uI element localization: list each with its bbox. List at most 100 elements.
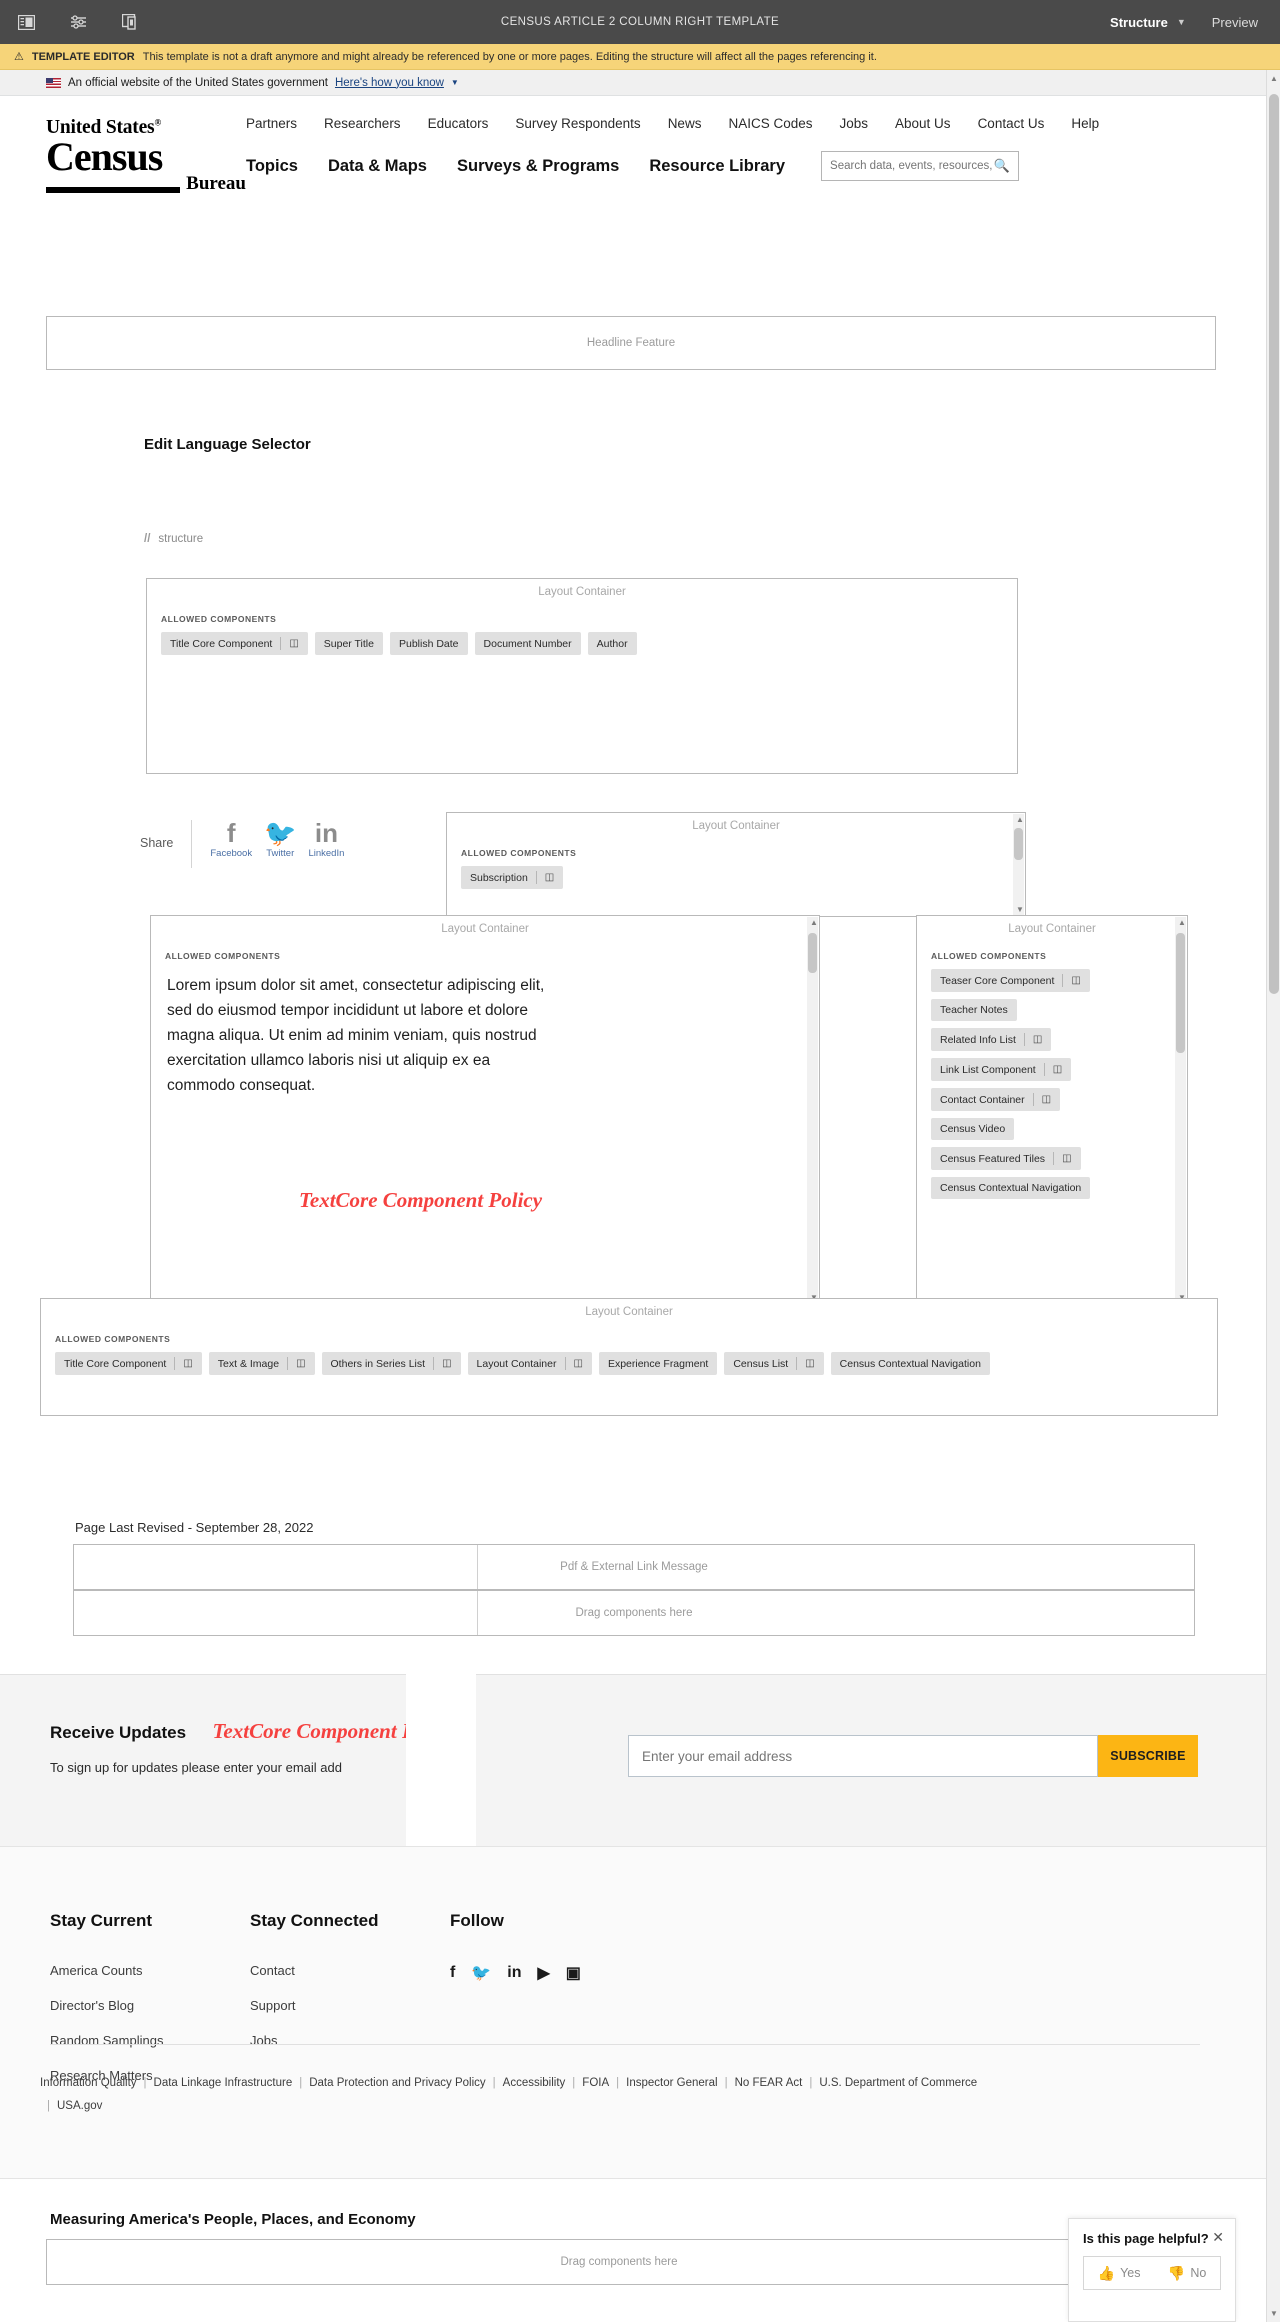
site-search[interactable]: 🔍 <box>821 151 1020 181</box>
pdf-external-link-message-container[interactable]: Pdf & External Link Message <box>73 1544 1195 1590</box>
footer-link[interactable]: America Counts <box>50 1963 250 1978</box>
scroll-down-icon[interactable]: ▼ <box>1016 905 1024 914</box>
share-twitter[interactable]: 🐦 Twitter <box>264 819 296 859</box>
component-chip[interactable]: Census Featured Tiles ◫ <box>931 1147 1081 1170</box>
feedback-yes-button[interactable]: 👍 Yes <box>1098 2265 1141 2282</box>
legal-link[interactable]: Accessibility <box>503 2077 566 2089</box>
share-linkedin[interactable]: in LinkedIn <box>308 819 344 859</box>
legal-link[interactable]: Data Linkage Infrastructure <box>154 2077 293 2089</box>
component-chip[interactable]: Others in Series List ◫ <box>321 1352 461 1375</box>
policy-icon[interactable]: ◫ <box>1042 1094 1051 1105</box>
utility-nav-item[interactable]: Survey Respondents <box>515 116 640 131</box>
main-nav-item-data-maps[interactable]: Data & Maps <box>328 157 427 176</box>
utility-nav-item[interactable]: Partners <box>246 116 297 131</box>
search-input[interactable] <box>830 160 994 172</box>
scroll-up-icon[interactable]: ▲ <box>1270 74 1278 83</box>
policy-icon[interactable]: ◫ <box>1071 975 1080 986</box>
legal-link[interactable]: USA.gov <box>57 2100 102 2112</box>
component-chip[interactable]: Layout Container ◫ <box>467 1352 592 1375</box>
policy-icon[interactable]: ◫ <box>805 1358 814 1369</box>
component-chip[interactable]: Publish Date <box>389 632 468 655</box>
scrollbar[interactable]: ▲ ▼ <box>1013 814 1024 915</box>
policy-icon[interactable]: ◫ <box>574 1358 583 1369</box>
utility-nav-item[interactable]: Contact Us <box>978 116 1045 131</box>
main-nav-item-surveys-programs[interactable]: Surveys & Programs <box>457 157 619 176</box>
main-nav-item-topics[interactable]: Topics <box>246 157 298 176</box>
settings-sliders-icon[interactable] <box>66 10 90 34</box>
component-chip[interactable]: Census Contextual Navigation <box>830 1352 990 1375</box>
legal-link[interactable]: U.S. Department of Commerce <box>819 2077 977 2089</box>
footer-drop-zone[interactable]: Drag components here <box>46 2239 1192 2285</box>
layout-container-subscription[interactable]: Layout Container ALLOWED COMPONENTS Subs… <box>446 812 1026 917</box>
email-field[interactable] <box>628 1735 1098 1777</box>
utility-nav-item[interactable]: About Us <box>895 116 951 131</box>
headline-feature-container[interactable]: Headline Feature <box>46 316 1216 370</box>
legal-link[interactable]: Data Protection and Privacy Policy <box>309 2077 485 2089</box>
component-chip[interactable]: Census Contextual Navigation <box>931 1177 1091 1199</box>
layout-container-main[interactable]: Layout Container ALLOWED COMPONENTS Lore… <box>150 915 820 1305</box>
scroll-up-icon[interactable]: ▲ <box>1016 815 1024 824</box>
component-chip[interactable]: Subscription ◫ <box>461 866 564 889</box>
component-chip[interactable]: Author <box>587 632 637 655</box>
utility-nav-item[interactable]: NAICS Codes <box>728 116 812 131</box>
feedback-no-button[interactable]: 👎 No <box>1168 2265 1206 2282</box>
scroll-down-icon[interactable]: ▼ <box>1270 2309 1278 2318</box>
scroll-up-icon[interactable]: ▲ <box>810 918 818 927</box>
utility-nav-item[interactable]: Researchers <box>324 116 401 131</box>
component-chip[interactable]: Text & Image ◫ <box>208 1352 315 1375</box>
sidebar-panel-icon[interactable] <box>14 10 38 34</box>
share-facebook[interactable]: f Facebook <box>210 819 252 859</box>
component-chip[interactable]: Census Video <box>931 1118 1015 1140</box>
layout-container-right-rail[interactable]: Layout Container ALLOWED COMPONENTS Teas… <box>916 915 1188 1305</box>
component-chip[interactable]: Teacher Notes <box>931 999 1017 1021</box>
subscribe-button[interactable]: SUBSCRIBE <box>1098 1735 1198 1777</box>
footer-link[interactable]: Contact <box>250 1963 450 1978</box>
component-chip[interactable]: Super Title <box>314 632 383 655</box>
layout-container-title[interactable]: Layout Container ALLOWED COMPONENTS Titl… <box>146 578 1018 774</box>
component-chip[interactable]: Document Number <box>474 632 581 655</box>
footer-link[interactable]: Director's Blog <box>50 1998 250 2013</box>
page-scrollbar[interactable]: ▲ ▼ <box>1266 70 1280 2322</box>
legal-link[interactable]: No FEAR Act <box>735 2077 803 2089</box>
component-chip[interactable]: Experience Fragment <box>598 1352 718 1375</box>
policy-icon[interactable]: ◫ <box>442 1358 451 1369</box>
scrollbar[interactable]: ▲ ▼ <box>807 917 818 1303</box>
component-chip[interactable]: Teaser Core Component ◫ <box>931 969 1090 992</box>
utility-nav-item[interactable]: Help <box>1071 116 1099 131</box>
preview-button[interactable]: Preview <box>1212 15 1258 30</box>
mode-selector[interactable]: Structure ▼ <box>1110 15 1186 30</box>
component-chip[interactable]: Census List ◫ <box>724 1352 824 1375</box>
census-logo[interactable]: United States® Census Bureau <box>46 110 246 193</box>
utility-nav-item[interactable]: News <box>668 116 702 131</box>
how-you-know-link[interactable]: Here's how you know <box>335 77 444 89</box>
facebook-icon[interactable]: f <box>450 1964 455 1982</box>
policy-icon[interactable]: ◫ <box>296 1358 305 1369</box>
youtube-icon[interactable]: ▶ <box>537 1963 549 1983</box>
component-chip[interactable]: Title Core Component ◫ <box>55 1352 202 1375</box>
legal-link[interactable]: FOIA <box>582 2077 609 2089</box>
device-emulator-icon[interactable] <box>118 10 142 34</box>
scrollbar-thumb[interactable] <box>1176 933 1185 1053</box>
page-scrollbar-thumb[interactable] <box>1269 94 1279 994</box>
legal-link[interactable]: Inspector General <box>626 2077 717 2089</box>
policy-icon[interactable]: ◫ <box>289 638 298 649</box>
component-chip[interactable]: Related Info List ◫ <box>931 1028 1052 1051</box>
utility-nav-item[interactable]: Educators <box>428 116 489 131</box>
scrollbar-thumb[interactable] <box>808 933 817 973</box>
scrollbar-thumb[interactable] <box>1014 828 1023 860</box>
component-chip[interactable]: Link List Component ◫ <box>931 1058 1072 1081</box>
footer-link[interactable]: Jobs <box>250 2033 450 2048</box>
scrollbar[interactable]: ▲ ▼ <box>1175 917 1186 1303</box>
policy-icon[interactable]: ◫ <box>1033 1034 1042 1045</box>
component-chip[interactable]: Title Core Component ◫ <box>161 632 308 655</box>
layout-container-bottom[interactable]: Layout Container ALLOWED COMPONENTS Titl… <box>40 1298 1218 1416</box>
linkedin-icon[interactable]: in <box>507 1964 521 1982</box>
policy-icon[interactable]: ◫ <box>545 872 554 883</box>
instagram-icon[interactable]: ▣ <box>566 1963 581 1983</box>
policy-icon[interactable]: ◫ <box>1062 1153 1071 1164</box>
search-icon[interactable]: 🔍 <box>994 158 1010 174</box>
scroll-up-icon[interactable]: ▲ <box>1178 918 1186 927</box>
policy-icon[interactable]: ◫ <box>1053 1064 1062 1075</box>
twitter-icon[interactable]: 🐦 <box>471 1963 491 1983</box>
drop-zone-container[interactable]: Drag components here <box>73 1590 1195 1636</box>
